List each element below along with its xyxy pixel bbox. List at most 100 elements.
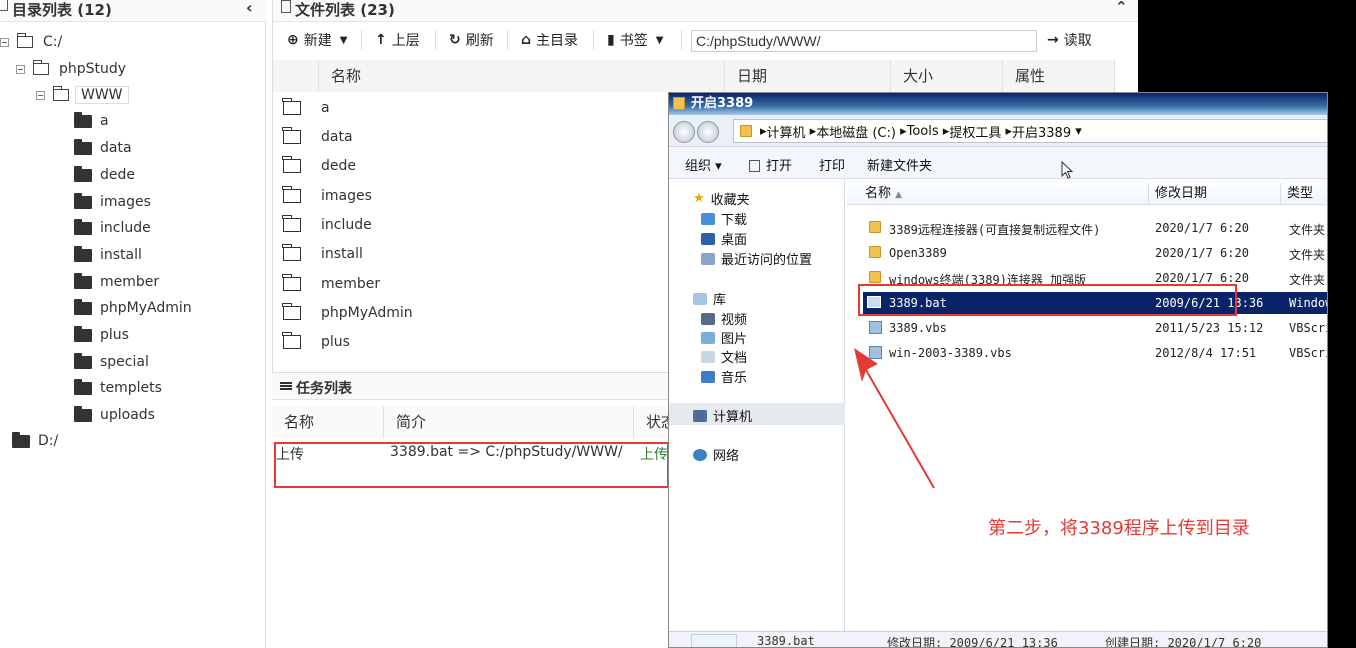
folder-icon — [282, 127, 301, 144]
tree-node-folder[interactable]: member — [74, 271, 159, 293]
caret-down-icon: ▼ — [655, 34, 664, 46]
breadcrumb[interactable]: ▸ 计算机 ▸ 本地磁盘 (C:) ▸ Tools ▸ 提权工具 ▸ 开启338… — [733, 119, 1327, 143]
path-input[interactable] — [691, 30, 1037, 52]
tree-node-folder[interactable]: special — [74, 351, 149, 373]
annotation-text: 第二步，将3389程序上传到目录 — [988, 518, 1250, 539]
column-header-type[interactable]: 类型 — [1281, 183, 1327, 205]
tree-node-label: images — [100, 194, 151, 210]
organize-button[interactable]: 组织 ▾ — [685, 155, 722, 174]
tree-node-folder[interactable]: plus — [74, 324, 129, 346]
breadcrumb-item[interactable]: 计算机 — [767, 122, 806, 141]
print-button[interactable]: 打印 — [819, 155, 845, 174]
nav-documents[interactable]: 文档 — [701, 347, 747, 366]
nav-downloads[interactable]: 下载 — [701, 209, 747, 228]
column-label: 名称 — [865, 186, 892, 201]
column-header-date[interactable]: 日期 — [725, 60, 891, 92]
arrow-right-icon: → — [1047, 32, 1059, 48]
file-row[interactable]: install — [282, 242, 363, 266]
chevron-up-icon[interactable]: ⌃ — [1115, 0, 1128, 16]
column-header-name[interactable]: 名称 — [319, 60, 725, 92]
tree-node-folder[interactable]: include — [74, 217, 151, 239]
column-header-attr[interactable]: 属性 — [1003, 60, 1115, 92]
file-row[interactable]: member — [282, 272, 380, 296]
nav-network[interactable]: 网络 — [693, 445, 739, 464]
explorer-title-bar[interactable]: 开启3389 — [669, 93, 1327, 115]
file-row[interactable]: include — [282, 213, 372, 237]
file-row[interactable]: a — [282, 96, 330, 120]
bookmark-button[interactable]: ▮ 书签 ▼ — [607, 28, 663, 52]
column-header-name[interactable]: 名称 ▲ — [847, 183, 1149, 205]
nav-computer[interactable]: 计算机 — [693, 406, 752, 425]
tree-node-folder[interactable]: images — [74, 191, 151, 213]
file-row[interactable]: data — [282, 125, 353, 149]
file-date: 2020/1/7 6:20 — [1155, 271, 1249, 285]
collapse-icon[interactable] — [36, 90, 45, 100]
collapse-icon[interactable] — [0, 37, 9, 47]
tree-node-c[interactable]: C:/ — [0, 31, 62, 53]
file-date: 2020/1/7 6:20 — [1155, 246, 1249, 260]
nav-favorites[interactable]: ★ 收藏夹 — [693, 189, 750, 208]
nav-pictures[interactable]: 图片 — [701, 328, 747, 347]
arrow-up-icon: ↑ — [375, 32, 387, 48]
file-type: 文件夹 — [1289, 248, 1326, 262]
nav-desktop[interactable]: 桌面 — [701, 229, 747, 248]
file-row[interactable]: Open3389 2020/1/7 6:20 文件夹 — [847, 242, 1327, 264]
tree-node-folder[interactable]: data — [74, 137, 132, 159]
file-row[interactable]: images — [282, 184, 372, 208]
file-row[interactable]: 3389远程连接器(可直接复制远程文件) 2020/1/7 6:20 文件夹 — [847, 217, 1327, 239]
forward-button[interactable] — [697, 121, 719, 143]
nav-recent[interactable]: 最近访问的位置 — [701, 249, 812, 268]
tree-node-folder[interactable]: install — [74, 244, 142, 266]
file-thumbnail-icon — [691, 634, 737, 647]
read-button[interactable]: → 读取 — [1047, 28, 1092, 52]
tree-node-label: uploads — [100, 407, 155, 423]
tree-node-www[interactable]: WWW — [36, 84, 129, 106]
folder-icon — [282, 215, 301, 232]
task-column-status[interactable]: 状态 — [634, 406, 670, 438]
file-icon — [281, 0, 291, 13]
new-button[interactable]: ⊕ 新建 ▼ — [287, 28, 347, 52]
folder-icon — [869, 246, 881, 258]
refresh-button[interactable]: ↻ 刷新 — [449, 28, 494, 52]
new-folder-button[interactable]: 新建文件夹 — [867, 155, 932, 174]
file-row[interactable]: phpMyAdmin — [282, 301, 413, 325]
tree-node-folder[interactable]: templets — [74, 377, 162, 399]
column-header-size[interactable]: 大小 — [891, 60, 1003, 92]
tree-node-folder[interactable]: phpMyAdmin — [74, 297, 192, 319]
tree-node-folder[interactable]: uploads — [74, 404, 155, 426]
star-icon: ★ — [693, 191, 705, 206]
open-button[interactable]: 打开 — [749, 155, 792, 174]
nav-label: 图片 — [721, 332, 748, 347]
command-bar: 组织 ▾ 打开 打印 新建文件夹 — [669, 147, 1327, 179]
background-strip — [1328, 0, 1356, 648]
task-column-name[interactable]: 名称 — [272, 406, 384, 438]
task-column-desc[interactable]: 简介 — [384, 406, 634, 438]
bookmark-icon: ▮ — [607, 32, 615, 48]
file-row[interactable]: dede — [282, 154, 356, 178]
nav-music[interactable]: 音乐 — [701, 367, 747, 386]
breadcrumb-item[interactable]: Tools — [907, 124, 939, 139]
breadcrumb-item[interactable]: 本地磁盘 (C:) — [816, 122, 896, 141]
home-icon: ⌂ — [521, 32, 532, 48]
new-button-label: 新建 — [303, 33, 332, 49]
documents-icon — [701, 350, 715, 363]
nav-videos[interactable]: 视频 — [701, 309, 747, 328]
back-button[interactable] — [673, 121, 695, 143]
nav-libraries[interactable]: 库 — [693, 289, 726, 308]
chevron-left-icon[interactable]: ‹ — [246, 0, 253, 17]
nav-label: 计算机 — [713, 410, 753, 425]
home-button[interactable]: ⌂ 主目录 — [521, 28, 578, 52]
file-type: 文件夹 — [1289, 273, 1326, 287]
tree-node-phpstudy[interactable]: phpStudy — [16, 58, 126, 80]
breadcrumb-item[interactable]: 开启3389 — [1012, 122, 1071, 141]
tree-node-label: D:/ — [38, 433, 59, 449]
file-row[interactable]: plus — [282, 330, 350, 354]
up-button[interactable]: ↑ 上层 — [375, 28, 420, 52]
tree-node-d[interactable]: D:/ — [12, 430, 58, 452]
collapse-icon[interactable] — [16, 64, 25, 74]
folder-icon — [673, 97, 685, 110]
tree-node-folder[interactable]: a — [74, 110, 109, 132]
breadcrumb-item[interactable]: 提权工具 — [949, 122, 1001, 141]
column-header-modified[interactable]: 修改日期 — [1149, 183, 1281, 205]
tree-node-folder[interactable]: dede — [74, 164, 135, 186]
